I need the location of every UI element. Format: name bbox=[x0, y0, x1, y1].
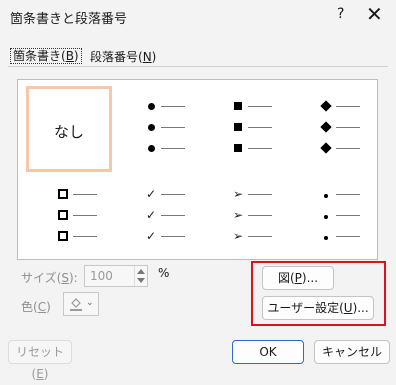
bullet-style-none[interactable]: なし bbox=[26, 86, 112, 172]
tab-numbering[interactable]: 段落番号(N) bbox=[90, 48, 156, 65]
bullet-style-small-dot[interactable] bbox=[319, 184, 379, 247]
filled-diamond-icon bbox=[320, 142, 332, 154]
filled-square-icon bbox=[234, 102, 242, 110]
small-dot-icon bbox=[324, 194, 328, 198]
paint-bucket-icon bbox=[70, 298, 82, 311]
small-dot-icon bbox=[324, 236, 328, 240]
help-button[interactable]: ? bbox=[337, 6, 344, 22]
stepper-down-icon[interactable] bbox=[137, 278, 145, 283]
bullet-style-arrowhead[interactable]: ➢ ➢ ➢ bbox=[231, 184, 291, 247]
filled-circle-icon bbox=[147, 103, 155, 110]
bullet-style-check-mark[interactable]: ✓ ✓ ✓ bbox=[144, 184, 204, 247]
small-dot-icon bbox=[324, 215, 328, 219]
ok-button[interactable]: OK bbox=[232, 340, 304, 364]
check-mark-icon: ✓ bbox=[145, 208, 157, 222]
tab-bullets[interactable]: 箇条書き(B) bbox=[10, 48, 82, 64]
filled-circle-icon bbox=[147, 124, 155, 131]
bullet-style-hollow-square[interactable] bbox=[56, 184, 116, 247]
title-bar: 箇条書きと段落番号 ? ✕ bbox=[0, 0, 396, 32]
user-defined-button[interactable]: ユーザー設定(U)... bbox=[262, 296, 374, 320]
arrowhead-icon: ➢ bbox=[232, 229, 244, 243]
close-button[interactable]: ✕ bbox=[366, 2, 383, 26]
hollow-square-icon bbox=[58, 210, 68, 220]
size-label: サイズ(S): bbox=[21, 271, 78, 285]
bullet-style-filled-circle[interactable] bbox=[144, 96, 204, 159]
arrowhead-icon: ➢ bbox=[232, 187, 244, 201]
filled-square-icon bbox=[234, 144, 242, 152]
bullet-gallery: なし ✓ ✓ ✓ ➢ ➢ ➢ bbox=[17, 79, 378, 260]
color-label: 色(C) bbox=[21, 300, 51, 314]
check-mark-icon: ✓ bbox=[145, 229, 157, 243]
arrowhead-icon: ➢ bbox=[232, 208, 244, 222]
picture-button[interactable]: 図(P)... bbox=[262, 266, 334, 290]
hollow-square-icon bbox=[58, 231, 68, 241]
reset-button[interactable]: リセット(E) bbox=[8, 340, 72, 381]
color-picker-button[interactable]: ⌄ bbox=[63, 292, 99, 316]
filled-circle-icon bbox=[147, 145, 155, 152]
filled-diamond-icon bbox=[320, 121, 332, 133]
filled-diamond-icon bbox=[320, 100, 332, 112]
size-stepper[interactable]: 100 bbox=[84, 265, 148, 287]
size-unit: % bbox=[158, 266, 170, 280]
filled-square-icon bbox=[234, 123, 242, 131]
bullet-style-filled-diamond[interactable] bbox=[319, 96, 379, 159]
bullet-style-filled-square[interactable] bbox=[231, 96, 291, 159]
window-title: 箇条書きと段落番号 bbox=[10, 12, 128, 27]
check-mark-icon: ✓ bbox=[145, 187, 157, 201]
chevron-down-icon: ⌄ bbox=[86, 298, 94, 308]
hollow-square-icon bbox=[58, 189, 68, 199]
tab-divider bbox=[8, 66, 388, 67]
size-value: 100 bbox=[90, 269, 113, 283]
cancel-button[interactable]: キャンセル bbox=[314, 340, 390, 364]
none-label: なし bbox=[53, 123, 84, 141]
stepper-up-icon[interactable] bbox=[137, 269, 145, 274]
